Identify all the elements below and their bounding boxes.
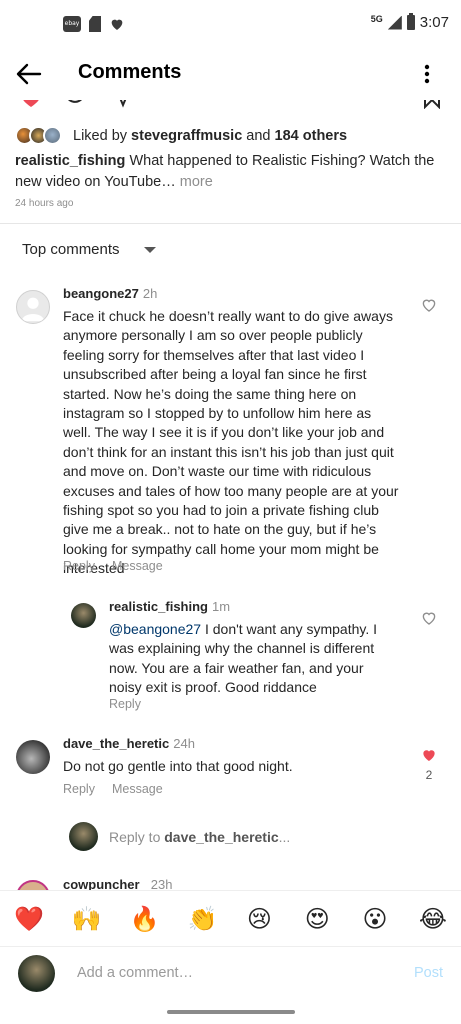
caption-ellipsis: … [161,174,176,190]
divider [0,223,461,224]
liked-by-and: and [246,128,271,144]
page-title: Comments [78,61,182,83]
clock: 3:07 [419,14,449,31]
comment-text: Do not go gentle into that good night. [63,758,293,774]
sort-label: Top comments [22,241,120,258]
heart-eyes-emoji[interactable]: 😍 [303,905,331,933]
more-link[interactable]: more [180,174,213,190]
username-text[interactable]: beangone27 [63,286,139,301]
comment-text: Face it chuck he doesn’t really want to … [63,308,399,577]
username-text[interactable]: dave_the_heretic [63,736,169,751]
avatar[interactable] [16,290,50,324]
reply-to-prefix: Reply to [109,828,161,845]
avatar [43,126,62,145]
reply-button[interactable]: Reply [109,697,141,711]
username-text[interactable]: realistic_fishing [109,599,208,614]
reply-to-ellipsis: ... [278,828,291,845]
comment-username[interactable]: dave_the_heretic 24h [63,736,195,751]
heart-filled-icon[interactable] [420,746,438,764]
liked-by-user[interactable]: stevegraffmusic [131,128,242,144]
liker-avatars [15,124,73,148]
tears-of-joy-emoji[interactable]: 😂 [419,905,447,933]
heart-icon [111,19,123,30]
comment-text: @beangone27 I don't want any sympathy. I… [109,620,399,698]
sort-dropdown[interactable]: Top comments [22,241,156,258]
reply-to-text: Reply to dave_the_heretic... [109,829,290,845]
status-bar: ebay 5G 3:07 [0,0,461,48]
signal-icon [387,15,402,30]
comment-composer: Add a comment… Post [0,946,461,1004]
chevron-down-icon [143,246,156,253]
comment-time: 2h [142,286,158,301]
caption-username[interactable]: realistic_fishing [15,153,125,169]
comment-time: 1m [211,599,231,614]
ebay-icon: ebay [63,16,81,32]
liked-by-text: Liked by stevegraffmusic and 184 others [73,128,347,144]
comment-input[interactable]: Add a comment… [77,965,193,981]
avatar[interactable] [71,603,96,628]
default-avatar-icon [21,297,45,322]
comment-time: 24h [173,736,195,751]
liked-by-others[interactable]: 184 others [275,128,348,144]
avatar [69,822,98,851]
surprised-face-emoji[interactable]: 😮 [361,905,389,933]
reply-button[interactable]: Reply [63,559,95,573]
home-indicator[interactable] [167,1010,295,1014]
post-timestamp: 24 hours ago [15,198,74,209]
fire-emoji[interactable]: 🔥 [130,905,160,933]
mention-link[interactable]: @beangone27 [109,621,201,637]
crying-face-emoji[interactable]: 😢 [245,905,273,933]
notification-icons: ebay [63,16,125,32]
comment-actions: Reply Message [63,559,163,573]
heart-outline-icon[interactable] [420,296,438,314]
post-caption: realistic_fishing What happened to Reali… [15,151,435,193]
red-heart-emoji[interactable]: ❤️ [14,905,44,933]
liked-by-row[interactable]: Liked by stevegraffmusic and 184 others [15,124,347,148]
sd-card-icon [89,16,101,32]
liked-by-prefix: Liked by [73,128,128,144]
comment-actions: Reply Message [63,782,163,796]
comment-username[interactable]: realistic_fishing 1m [109,599,230,614]
reply-button[interactable]: Reply [63,782,95,796]
clapping-hands-emoji[interactable]: 👏 [188,905,218,933]
post-button[interactable]: Post [414,965,443,981]
reply-to-user: dave_the_heretic [164,828,279,845]
message-button[interactable]: Message [112,559,163,573]
reply-to-field[interactable]: Reply to dave_the_heretic... [69,822,290,851]
comment-username[interactable]: beangone27 2h [63,286,157,301]
network-type: 5G [370,13,383,24]
battery-icon [406,13,415,30]
more-options-icon[interactable] [417,60,437,88]
like-count: 2 [425,768,433,782]
message-button[interactable]: Message [112,782,163,796]
header: Comments [0,48,461,100]
comment-actions: Reply [109,697,141,711]
emoji-quick-bar: ❤️ 🙌 🔥 👏 😢 😍 😮 😂 [0,890,461,946]
system-status: 5G 3:07 [370,13,449,31]
raising-hands-emoji[interactable]: 🙌 [72,905,102,933]
avatar[interactable] [16,740,50,774]
back-arrow-icon[interactable] [14,60,44,88]
avatar [18,955,55,992]
heart-outline-icon[interactable] [420,609,438,627]
